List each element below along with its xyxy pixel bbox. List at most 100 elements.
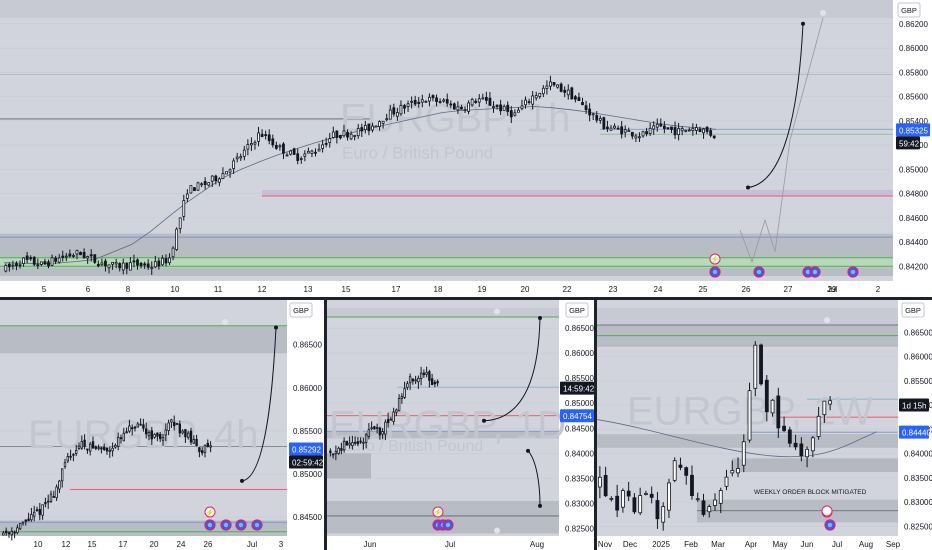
x-tick-label: Jul (832, 540, 842, 549)
candle-bullish (221, 173, 225, 180)
candle-bullish (385, 118, 389, 121)
candle-bullish (228, 169, 232, 173)
x-tick-label: 27 (784, 285, 793, 294)
candle-bullish (77, 445, 81, 449)
lightning-glyph: ⚡ (434, 508, 443, 517)
chart-pane-1d[interactable]: 0.86500 0.86000 0.85500 0.85000 0.84500 0.840… (327, 300, 594, 550)
candle-bearish (214, 175, 218, 182)
candle-bearish (452, 103, 456, 110)
chart-pane-1w[interactable]: 0.865000.860000.855000.850000.845000.840… (597, 300, 932, 550)
candle-bearish (83, 439, 86, 447)
y-tick-label: 0.86500 (904, 328, 932, 337)
candle-bearish (125, 431, 128, 434)
candle-bearish (584, 105, 588, 111)
candle-bullish (741, 441, 746, 466)
projection-start-dot (240, 478, 244, 483)
candle-bearish (32, 256, 36, 265)
candle-bearish (15, 263, 18, 267)
x-tick-label: 17 (119, 540, 128, 549)
current-price-tag: 0.85325 (899, 126, 928, 135)
candle-bullish (428, 96, 431, 102)
candle-bullish (381, 431, 384, 435)
candle-bullish (456, 106, 460, 111)
chart-1d[interactable]: 0.865000.860000.855000.850000.845000.840… (327, 300, 594, 550)
x-tick-label: Sep (886, 540, 901, 549)
chart-pane-1h[interactable]: 0.862000.860000.858000.856000.854000.852… (0, 0, 932, 297)
candle-bearish (417, 101, 421, 104)
candle-bearish (43, 261, 47, 265)
candle-bullish (150, 267, 154, 270)
candle-bullish (121, 262, 125, 271)
candle-bullish (89, 443, 92, 452)
candle-bearish (96, 263, 100, 267)
candle-bearish (7, 263, 11, 268)
y-tick-label: 0.84400 (899, 238, 928, 247)
candle-bullish (609, 497, 614, 500)
x-tick-label: 12 (62, 540, 71, 549)
candle-bullish (225, 171, 228, 175)
candle-bearish (626, 490, 631, 497)
target-marker (222, 319, 228, 325)
candle-bearish (431, 95, 435, 99)
chart-4h[interactable]: 0.86500 0.86000 0.85500 0.85000 0.84500 10 12 1… (0, 300, 324, 550)
candle-bearish (139, 423, 142, 426)
candle-bullish (356, 128, 360, 137)
candle-bearish (620, 126, 624, 135)
chart-1w[interactable]: 0.865000.860000.855000.850000.845000.840… (597, 300, 932, 550)
candle-bearish (678, 464, 683, 468)
candle-bullish (389, 418, 393, 421)
candle-bearish (630, 131, 634, 137)
candle-bearish (24, 519, 28, 522)
candle-bullish (381, 120, 385, 124)
candle-bullish (549, 81, 552, 87)
candle-bearish (91, 441, 95, 449)
candle-bullish (687, 129, 691, 132)
x-tick-label: 20 (521, 285, 530, 294)
chart-pane-4h[interactable]: 0.86500 0.86000 0.85500 0.85000 0.84500 10 12 1… (0, 300, 324, 550)
candle-bearish (158, 434, 162, 440)
candle-bearish (701, 500, 706, 515)
candle-bullish (534, 95, 538, 99)
candle-bullish (168, 257, 171, 264)
candle-bearish (782, 425, 786, 431)
candle-bullish (724, 476, 729, 487)
top-zone (327, 308, 559, 318)
candle-bearish (144, 428, 148, 435)
candle-bullish (253, 141, 257, 145)
candle-bearish (100, 447, 103, 450)
candle-bearish (673, 127, 677, 136)
candle-bearish (139, 262, 143, 267)
candle-bearish (172, 421, 176, 427)
candle-bullish (61, 468, 64, 482)
candle-bullish (392, 411, 395, 422)
candle-bullish (597, 476, 602, 488)
y-tick-label: 0.86200 (899, 20, 928, 29)
candle-bullish (591, 113, 595, 116)
candle-bearish (267, 134, 271, 142)
candle-bullish (524, 99, 527, 106)
candle-bullish (11, 264, 15, 267)
candle-bullish (210, 175, 214, 182)
watermark-symbol: EURGBP, 1h (340, 97, 571, 141)
y-tick-label: 0.86500 (565, 324, 594, 333)
candle-bearish (200, 450, 204, 454)
x-tick-label: 10 (171, 285, 180, 294)
candle-bullish (30, 514, 33, 521)
y-tick-label: 0.85500 (293, 427, 322, 436)
candle-bearish (35, 509, 39, 512)
watermark-description: Euro / British Pound (342, 143, 493, 162)
candle-bearish (645, 131, 648, 135)
chart-1h[interactable]: 0.862000.860000.858000.856000.854000.852… (0, 0, 932, 297)
candle-bearish (787, 429, 792, 444)
x-tick-label: Apr (745, 540, 758, 549)
candle-bullish (691, 127, 695, 131)
candle-bearish (61, 255, 65, 258)
candle-bullish (310, 150, 314, 154)
x-tick-label: 2025 (652, 540, 670, 549)
candle-bearish (603, 475, 608, 497)
candle-bearish (684, 467, 689, 476)
candle-bearish (527, 101, 531, 103)
candle-bearish (29, 257, 33, 260)
candle-bullish (424, 100, 428, 103)
candle-bullish (442, 99, 446, 102)
